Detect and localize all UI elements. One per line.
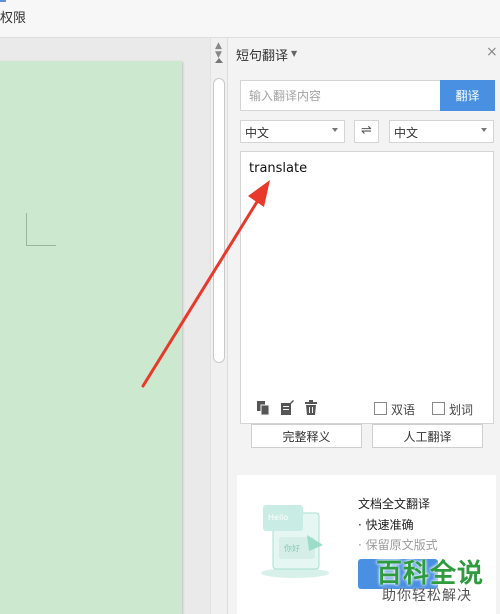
bilingual-label: 双语 [391, 403, 416, 417]
watermark-sub-text: 助你轻松解决 [382, 588, 472, 604]
translate-button[interactable]: 翻译 [440, 80, 495, 111]
translation-text-area[interactable]: translate [240, 151, 494, 424]
panel-title[interactable]: 短句翻译 [236, 45, 288, 64]
word-select-label: 划词 [449, 403, 474, 417]
checkbox-box[interactable] [374, 402, 387, 415]
full-definition-button[interactable]: 完整释义 [251, 424, 362, 448]
document-page[interactable] [0, 61, 182, 614]
human-translation-button[interactable]: 人工翻译 [372, 424, 483, 448]
promo-title: 文档全文翻译 [358, 497, 431, 511]
page-margin-marker-horizontal [26, 245, 56, 246]
ribbon-icon-fragment [0, 0, 6, 4]
trash-icon[interactable] [303, 400, 319, 416]
illustration-nihao-text: 你好 [284, 543, 300, 553]
short-sentence-translation-panel: 短句翻译 ▼ × 翻译 中文 ⇌ 中文 translate [227, 38, 500, 614]
panel-title-dropdown-icon[interactable]: ▼ [291, 49, 297, 58]
source-language-select[interactable]: 中文 [240, 120, 345, 143]
chevron-down-icon [481, 128, 487, 132]
checkbox-box[interactable] [432, 402, 445, 415]
scroll-thumb[interactable] [213, 78, 225, 363]
document-area [0, 38, 210, 614]
promo-bullet-layout: · 保留原文版式 [358, 538, 438, 552]
copy-icon[interactable] [255, 400, 271, 416]
ribbon-toolbar: 权限 [0, 0, 500, 38]
bilingual-checkbox[interactable]: 双语 [374, 401, 420, 417]
promo-bullet-fast: · 快速准确 [358, 518, 414, 532]
source-text: translate [249, 161, 308, 176]
target-language-select[interactable]: 中文 [389, 120, 494, 143]
word-select-checkbox[interactable]: 划词 [432, 401, 478, 417]
target-language-value: 中文 [394, 126, 419, 140]
close-icon[interactable]: × [486, 44, 498, 60]
edit-icon[interactable] [279, 400, 295, 416]
illustration-hello-text: Hello [268, 513, 288, 522]
ribbon-permission-label[interactable]: 权限 [0, 7, 26, 26]
source-language-value: 中文 [245, 126, 270, 140]
document-translation-illustration-icon: Hello 你好 [261, 505, 329, 578]
vertical-scrollbar[interactable]: ▲ ▼ [210, 38, 227, 614]
watermark-logo: 百科全说 助你轻松解决 [362, 553, 500, 614]
swap-languages-button[interactable]: ⇌ [354, 120, 379, 143]
scroll-up-arrow-icon[interactable] [215, 58, 223, 63]
translation-input[interactable] [240, 80, 440, 111]
page-margin-marker-vertical [26, 213, 27, 246]
chevron-down-icon [332, 128, 338, 132]
